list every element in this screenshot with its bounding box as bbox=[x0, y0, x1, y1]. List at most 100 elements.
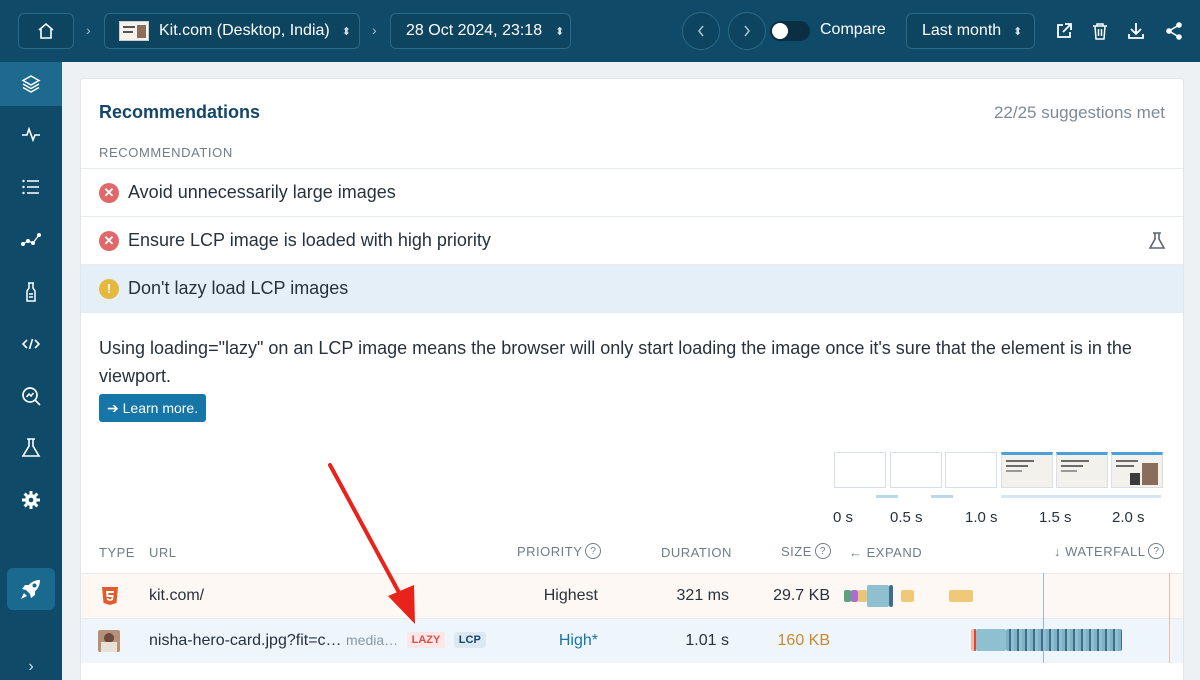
table-row[interactable]: nisha-hero-card.jpg?fit=c… media… LAZY L… bbox=[81, 618, 1183, 663]
filmstrip-frame[interactable] bbox=[1001, 452, 1053, 488]
priority-value: High* bbox=[558, 632, 598, 649]
sidebar-item-settings[interactable] bbox=[0, 478, 62, 522]
share-button[interactable] bbox=[1162, 19, 1186, 43]
time-tick: 2.0 s bbox=[1112, 509, 1145, 526]
waterfall-segment bbox=[901, 590, 914, 602]
sidebar-item-trends[interactable] bbox=[0, 218, 62, 262]
waterfall-marker bbox=[1043, 573, 1044, 663]
chevron-updown-icon: ⬍ bbox=[555, 25, 565, 38]
recommendation-row-selected[interactable]: ! Don't lazy load LCP images bbox=[81, 264, 1183, 312]
date-selector[interactable]: 28 Oct 2024, 23:18 ⬍ bbox=[390, 13, 571, 49]
help-icon[interactable]: ? bbox=[814, 543, 831, 559]
waterfall-segment bbox=[858, 590, 867, 602]
experiment-flask-icon[interactable] bbox=[1147, 231, 1167, 256]
recommendation-row[interactable]: ✕ Ensure LCP image is loaded with high p… bbox=[81, 216, 1183, 264]
lcp-tag: LCP bbox=[453, 632, 486, 648]
toggle-knob bbox=[772, 23, 788, 39]
sidebar-item-code[interactable] bbox=[0, 322, 62, 366]
divider bbox=[81, 312, 1183, 313]
url-cell: nisha-hero-card.jpg?fit=c… media… LAZY L… bbox=[149, 632, 486, 650]
range-label: Last month bbox=[922, 22, 1002, 39]
next-button[interactable] bbox=[728, 12, 766, 50]
filmstrip-frame[interactable] bbox=[1056, 452, 1108, 488]
error-icon: ✕ bbox=[99, 230, 119, 251]
flask-icon bbox=[21, 438, 41, 457]
card-title: Recommendations bbox=[99, 102, 261, 122]
header-url: URL bbox=[149, 545, 177, 560]
site-label: Kit.com (Desktop, India) bbox=[159, 22, 330, 39]
filmstrip-frame[interactable] bbox=[890, 452, 942, 488]
download-button[interactable] bbox=[1124, 19, 1148, 43]
sidebar-expand-button[interactable]: › bbox=[0, 658, 62, 676]
priority-label: PRIORITY bbox=[517, 543, 583, 559]
chevron-updown-icon: ⬍ bbox=[341, 25, 351, 38]
recommendation-column-header: RECOMMENDATION bbox=[99, 145, 233, 160]
lab-bottle-icon bbox=[26, 282, 36, 302]
waterfall-segment bbox=[851, 590, 858, 602]
filmstrip-frame[interactable] bbox=[834, 452, 886, 488]
duration-value: 321 ms bbox=[676, 587, 729, 604]
recommendations-card: Recommendations 22/25 suggestions met RE… bbox=[80, 78, 1184, 680]
sidebar-item-list[interactable] bbox=[0, 165, 62, 209]
sidebar: › bbox=[0, 62, 62, 680]
chevron-updown-icon: ⬍ bbox=[1013, 25, 1023, 38]
sidebar-item-lab[interactable] bbox=[0, 270, 62, 314]
learn-more-button[interactable]: ➔ Learn more. bbox=[99, 394, 207, 422]
header-waterfall[interactable]: ↓ WATERFALL? bbox=[1054, 543, 1165, 559]
header-priority[interactable]: PRIORITY? bbox=[517, 543, 602, 559]
sidebar-item-monitor[interactable] bbox=[0, 374, 62, 418]
sidebar-item-vitals[interactable] bbox=[0, 112, 62, 156]
home-button[interactable] bbox=[18, 13, 74, 49]
duration-value: 1.01 s bbox=[685, 632, 729, 649]
prev-button[interactable] bbox=[682, 12, 720, 50]
download-icon bbox=[1128, 23, 1144, 39]
compare-toggle[interactable] bbox=[770, 21, 810, 41]
filmstrip-frame[interactable] bbox=[945, 452, 997, 488]
filmstrip-frame[interactable] bbox=[1111, 452, 1163, 488]
waterfall-segment bbox=[867, 585, 889, 607]
trash-icon bbox=[1093, 23, 1107, 40]
list-icon bbox=[22, 179, 39, 195]
header-size[interactable]: SIZE? bbox=[781, 543, 831, 559]
site-selector[interactable]: Kit.com (Desktop, India) ⬍ bbox=[104, 13, 360, 49]
external-link-button[interactable] bbox=[1052, 19, 1076, 43]
breadcrumb-separator: › bbox=[86, 22, 91, 38]
time-tick: 0.5 s bbox=[890, 509, 923, 526]
url-text: kit.com/ bbox=[149, 587, 205, 604]
time-tick: 1.5 s bbox=[1039, 509, 1072, 526]
filmstrip-progress bbox=[834, 495, 1164, 498]
sidebar-item-rocket[interactable] bbox=[7, 568, 55, 610]
sidebar-item-layers[interactable] bbox=[0, 62, 62, 106]
recommendation-text: Ensure LCP image is loaded with high pri… bbox=[128, 230, 491, 250]
prev-icon bbox=[697, 25, 704, 37]
help-icon[interactable]: ? bbox=[1148, 543, 1165, 559]
gear-icon bbox=[22, 491, 40, 509]
waterfall-segment bbox=[976, 629, 1006, 651]
sidebar-item-experiments[interactable] bbox=[0, 426, 62, 470]
waterfall-segment bbox=[1006, 629, 1122, 651]
waterfall-segment bbox=[949, 590, 973, 602]
share-icon bbox=[1166, 22, 1182, 40]
recommendation-text: Don't lazy load LCP images bbox=[128, 278, 349, 298]
help-icon[interactable]: ? bbox=[585, 543, 602, 559]
waterfall-segment bbox=[844, 590, 851, 602]
recommendation-row[interactable]: ✕ Avoid unnecessarily large images bbox=[81, 168, 1183, 216]
layers-icon bbox=[21, 75, 41, 93]
site-thumbnail bbox=[119, 21, 149, 41]
scatter-icon bbox=[21, 233, 41, 246]
table-row[interactable]: kit.com/ Highest 321 ms 29.7 KB bbox=[81, 573, 1183, 618]
delete-button[interactable] bbox=[1088, 19, 1112, 43]
next-icon bbox=[744, 25, 751, 37]
range-selector[interactable]: Last month ⬍ bbox=[906, 13, 1035, 49]
time-tick: 1.0 s bbox=[965, 509, 998, 526]
warning-icon: ! bbox=[99, 278, 119, 299]
search-chart-icon bbox=[22, 387, 41, 406]
breadcrumb-separator: › bbox=[372, 22, 377, 38]
size-value: 160 KB bbox=[777, 632, 830, 649]
header-type: TYPE bbox=[99, 545, 135, 560]
header-duration: DURATION bbox=[661, 545, 732, 560]
pulse-icon bbox=[22, 126, 40, 143]
home-icon bbox=[38, 22, 54, 39]
expand-toggle[interactable]: ← EXPAND bbox=[849, 545, 922, 560]
waterfall-label: ↓ WATERFALL bbox=[1054, 543, 1146, 559]
